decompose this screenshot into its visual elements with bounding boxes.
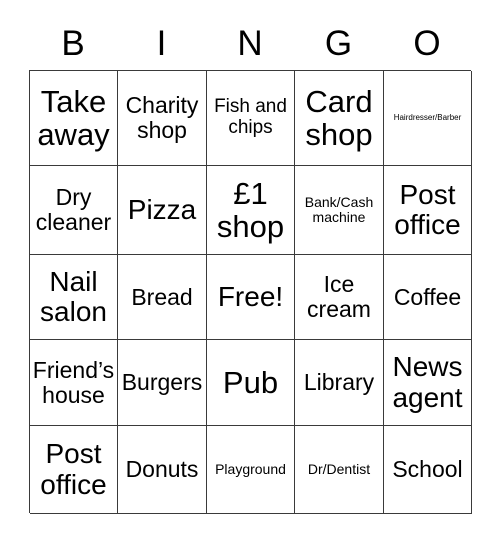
bingo-cell-label: Nail salon [40,265,107,327]
bingo-cell[interactable]: Friend’s house [30,340,118,426]
bingo-cell-label: Card shop [305,83,373,152]
bingo-cell-label: Post office [40,438,107,500]
bingo-cell[interactable]: Ice cream [295,255,384,340]
bingo-cell[interactable]: Nail salon [30,255,118,340]
bingo-cell-label: Library [303,369,375,396]
bingo-cell-label: Post office [394,178,461,240]
bingo-cell-free-space[interactable]: Free! [207,255,295,340]
bingo-header: B I N G O [29,16,471,70]
bingo-cell-label: Hairdresser/Barber [393,112,462,122]
bingo-cell[interactable]: Donuts [118,426,207,514]
bingo-cell-label: Burgers [121,369,203,396]
bingo-cell-label: Pub [222,364,279,400]
bingo-cell-label: Bread [131,283,193,310]
bingo-cell-label: Donuts [125,456,199,483]
bingo-cell-label: News agent [392,351,463,413]
bingo-cell-label: Coffee [393,283,462,310]
bingo-cell[interactable]: News agent [384,340,472,426]
bingo-cell[interactable]: School [384,426,472,514]
bingo-cell-label: Dr/Dentist [307,460,371,477]
bingo-cell-label: £1 shop [216,175,285,244]
bingo-cell[interactable]: Card shop [295,71,384,166]
bingo-cell[interactable]: £1 shop [207,166,295,255]
header-letter-b: B [61,23,85,63]
bingo-cell[interactable]: Charity shop [118,71,207,166]
bingo-cell-label: Dry cleaner [35,184,112,235]
bingo-cell-label: Fish and chips [214,96,287,138]
bingo-cell-label: Take away [37,83,110,152]
bingo-grid: Take away Charity shop Fish and chips Ca… [29,70,472,514]
bingo-cell-label: School [392,456,463,483]
bingo-cell[interactable]: Playground [207,426,295,514]
bingo-cell-label: Pizza [127,193,197,225]
bingo-cell-label: Ice cream [307,271,371,322]
bingo-cell[interactable]: Bread [118,255,207,340]
bingo-cell[interactable]: Dr/Dentist [295,426,384,514]
header-letter-g: G [324,23,353,63]
header-letter-o: O [413,23,441,63]
bingo-cell-label: Free! [217,280,284,312]
bingo-card: B I N G O Take away Charity shop Fish an… [0,0,500,544]
bingo-cell[interactable]: Dry cleaner [30,166,118,255]
bingo-cell[interactable]: Fish and chips [207,71,295,166]
bingo-cell-label: Bank/Cash machine [304,193,374,225]
bingo-cell[interactable]: Library [295,340,384,426]
bingo-cell-label: Charity shop [125,92,199,143]
bingo-cell[interactable]: Post office [30,426,118,514]
bingo-cell[interactable]: Take away [30,71,118,166]
bingo-cell[interactable]: Pub [207,340,295,426]
bingo-cell[interactable]: Hairdresser/Barber [384,71,472,166]
bingo-cell[interactable]: Coffee [384,255,472,340]
bingo-cell[interactable]: Burgers [118,340,207,426]
header-letter-n: N [237,23,263,63]
header-letter-i: I [156,23,167,63]
bingo-cell-label: Playground [215,460,286,477]
bingo-cell[interactable]: Pizza [118,166,207,255]
bingo-cell-label: Friend’s house [32,356,115,408]
bingo-cell[interactable]: Bank/Cash machine [295,166,384,255]
bingo-cell[interactable]: Post office [384,166,472,255]
